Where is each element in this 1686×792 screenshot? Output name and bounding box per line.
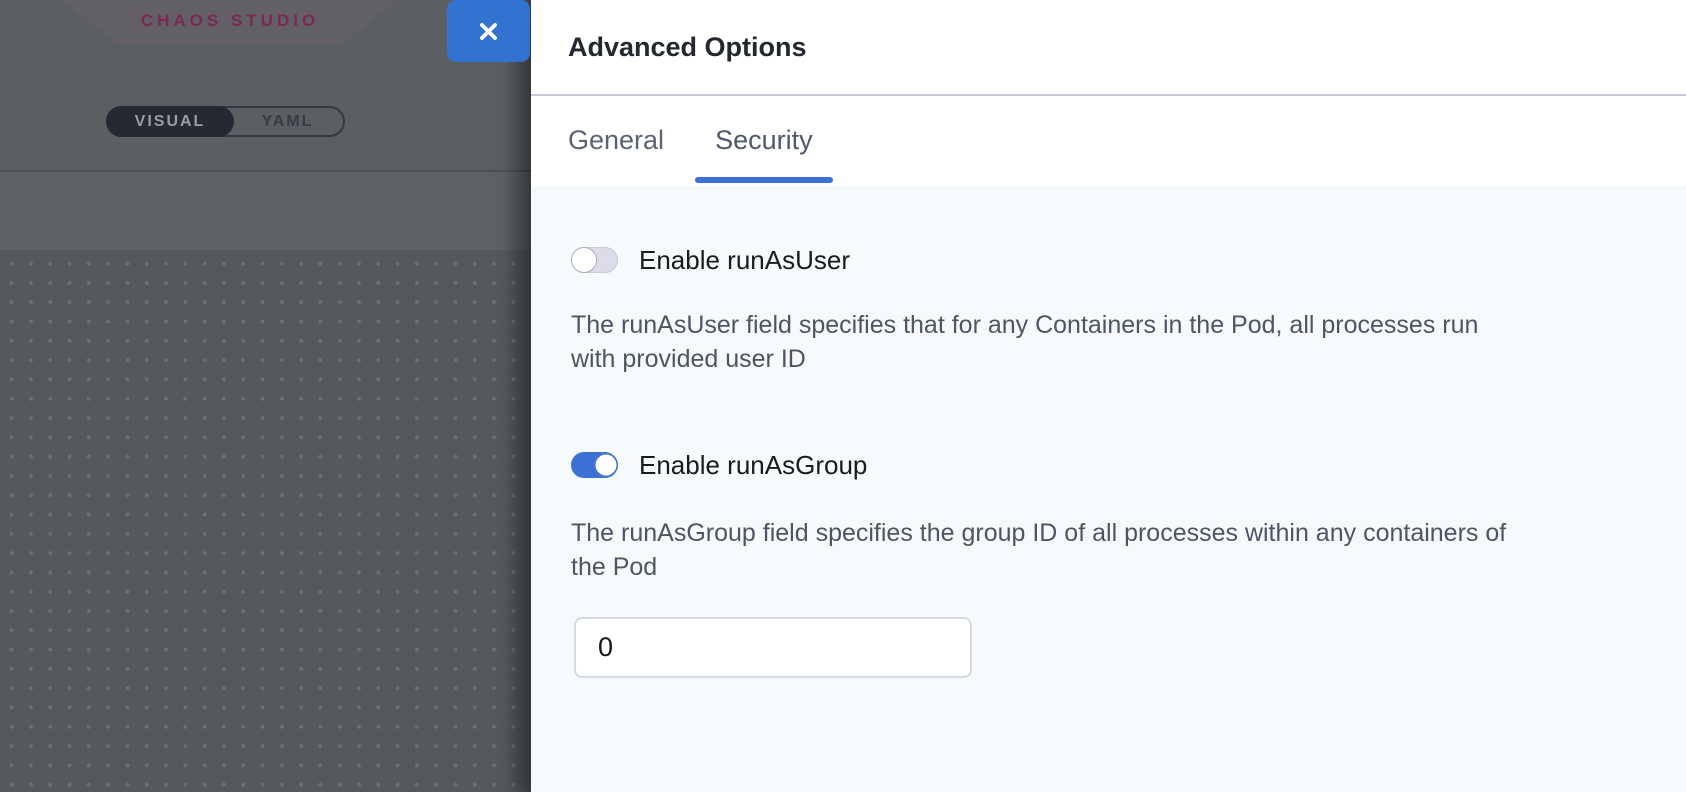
visual-yaml-toggle: VISUAL YAML xyxy=(106,106,345,137)
drawer-edge-shadow xyxy=(505,0,531,792)
run-as-group-description: The runAsGroup field specifies the group… xyxy=(571,516,1511,584)
visual-mode-button[interactable]: VISUAL xyxy=(106,106,234,137)
app-logo-text: CHAOS STUDIO xyxy=(141,11,319,33)
run-as-group-row: Enable runAsGroup xyxy=(571,452,1646,478)
run-as-user-description: The runAsUser field specifies that for a… xyxy=(571,308,1511,376)
tab-general[interactable]: General xyxy=(568,96,664,184)
toggle-knob xyxy=(594,453,618,477)
yaml-mode-button[interactable]: YAML xyxy=(232,108,343,135)
app-screen: CHAOS STUDIO VISUAL YAML Advanced Option… xyxy=(0,0,1686,792)
drawer-header: Advanced Options xyxy=(531,0,1686,96)
drawer-title: Advanced Options xyxy=(568,32,807,63)
run-as-user-toggle[interactable] xyxy=(571,247,618,273)
run-as-group-value-input[interactable] xyxy=(574,617,972,678)
run-as-group-label: Enable runAsGroup xyxy=(639,450,867,481)
advanced-options-drawer: Advanced Options General Security Enable… xyxy=(531,0,1686,792)
run-as-user-row: Enable runAsUser xyxy=(571,247,1646,273)
toggle-knob xyxy=(571,247,597,273)
close-icon xyxy=(475,18,502,45)
app-logo-banner: CHAOS STUDIO xyxy=(62,0,398,44)
close-drawer-button[interactable] xyxy=(447,0,530,62)
drawer-tab-bar: General Security xyxy=(531,96,1686,184)
modal-backdrop[interactable]: CHAOS STUDIO VISUAL YAML xyxy=(0,0,531,792)
run-as-user-label: Enable runAsUser xyxy=(639,245,850,276)
run-as-group-toggle[interactable] xyxy=(571,452,618,478)
tab-security[interactable]: Security xyxy=(715,96,813,184)
dotted-canvas xyxy=(0,250,531,792)
security-tab-panel: Enable runAsUser The runAsUser field spe… xyxy=(531,186,1686,792)
toolbar-band xyxy=(0,172,531,250)
